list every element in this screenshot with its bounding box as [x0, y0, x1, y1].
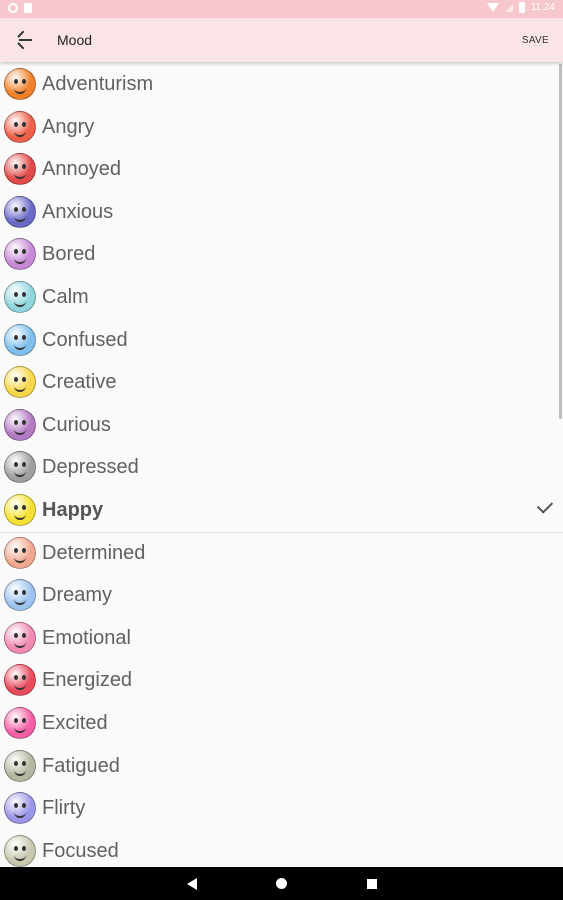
bored-face-icon — [4, 238, 36, 271]
mood-label: Happy — [42, 499, 104, 521]
creative-face-icon — [4, 366, 36, 399]
mood-label: Dreamy — [42, 584, 113, 607]
battery-icon — [518, 2, 525, 13]
status-time: 11:24 — [530, 2, 555, 13]
excited-face-icon — [4, 707, 36, 739]
notification-icon — [8, 3, 18, 13]
determined-face-icon — [4, 536, 36, 569]
mood-row[interactable]: Happy — [0, 489, 563, 531]
save-button[interactable]: SAVE — [522, 35, 549, 46]
status-system-icons: 11:24 — [486, 2, 555, 13]
wifi-icon — [486, 3, 499, 12]
checkmark-icon — [536, 497, 554, 514]
mood-label: Excited — [42, 712, 108, 734]
mood-row[interactable]: Calm — [0, 276, 563, 318]
mood-label: Energized — [42, 669, 133, 692]
nav-back-icon[interactable] — [187, 878, 197, 890]
flirty-face-icon — [4, 792, 36, 825]
nav-recents-icon[interactable] — [367, 879, 377, 889]
angry-face-icon — [4, 110, 36, 143]
mood-row[interactable]: Angry — [0, 106, 563, 148]
mood-row[interactable]: Depressed — [0, 446, 563, 488]
curious-face-icon — [4, 408, 36, 441]
mood-label: Annoyed — [42, 158, 121, 181]
status-notifications — [8, 3, 32, 13]
mood-row[interactable]: Determined — [0, 532, 563, 574]
signal-icon — [504, 3, 513, 12]
mood-label: Depressed — [42, 456, 139, 479]
mood-label: Adventurism — [42, 73, 154, 95]
mood-label: Anxious — [42, 200, 114, 223]
mood-label: Emotional — [42, 626, 131, 649]
mood-row[interactable]: Dreamy — [0, 574, 563, 616]
mood-label: Determined — [42, 541, 146, 564]
app-bar: Mood SAVE — [0, 18, 563, 62]
calm-face-icon — [4, 281, 36, 313]
sd-card-icon — [24, 3, 32, 13]
status-bar: 11:24 — [0, 0, 563, 18]
mood-row[interactable]: Confused — [0, 319, 563, 361]
mood-row[interactable]: Fatigued — [0, 745, 563, 787]
mood-label: Calm — [42, 286, 89, 308]
mood-row[interactable]: Creative — [0, 361, 563, 403]
mood-row[interactable]: Adventurism — [0, 63, 563, 105]
mood-list[interactable]: Adventurism Angry Annoyed Anxious Bored Calm C… — [0, 62, 563, 867]
mood-label: Confused — [42, 328, 128, 351]
depressed-face-icon — [4, 451, 36, 484]
mood-label: Angry — [42, 115, 95, 138]
mood-label: Fatigued — [42, 754, 120, 777]
mood-row[interactable]: Flirty — [0, 787, 563, 829]
mood-label: Creative — [42, 371, 117, 394]
fatigued-face-icon — [4, 749, 36, 782]
mood-label: Bored — [42, 243, 96, 266]
focused-face-icon — [4, 834, 36, 867]
mood-row[interactable]: Bored — [0, 233, 563, 275]
emotional-face-icon — [4, 621, 36, 654]
annoyed-face-icon — [4, 153, 36, 186]
mood-label: Flirty — [42, 797, 86, 820]
back-arrow-icon[interactable] — [17, 30, 35, 50]
dreamy-face-icon — [4, 579, 36, 612]
anxious-face-icon — [4, 195, 36, 228]
mood-row[interactable]: Annoyed — [0, 148, 563, 190]
happy-face-icon — [4, 494, 36, 526]
mood-row[interactable]: Focused — [0, 830, 563, 867]
mood-row[interactable]: Energized — [0, 659, 563, 701]
mood-row[interactable]: Anxious — [0, 191, 563, 233]
page-title: Mood — [57, 32, 93, 48]
mood-row[interactable]: Emotional — [0, 617, 563, 659]
energized-face-icon — [4, 664, 36, 697]
navigation-bar — [0, 867, 563, 900]
nav-home-icon[interactable] — [276, 878, 287, 889]
sunglasses-face-icon — [4, 68, 36, 100]
mood-label: Curious — [42, 413, 111, 436]
mood-row[interactable]: Curious — [0, 404, 563, 446]
mood-label: Focused — [42, 839, 119, 862]
mood-row[interactable]: Excited — [0, 702, 563, 744]
confused-face-icon — [4, 323, 36, 356]
